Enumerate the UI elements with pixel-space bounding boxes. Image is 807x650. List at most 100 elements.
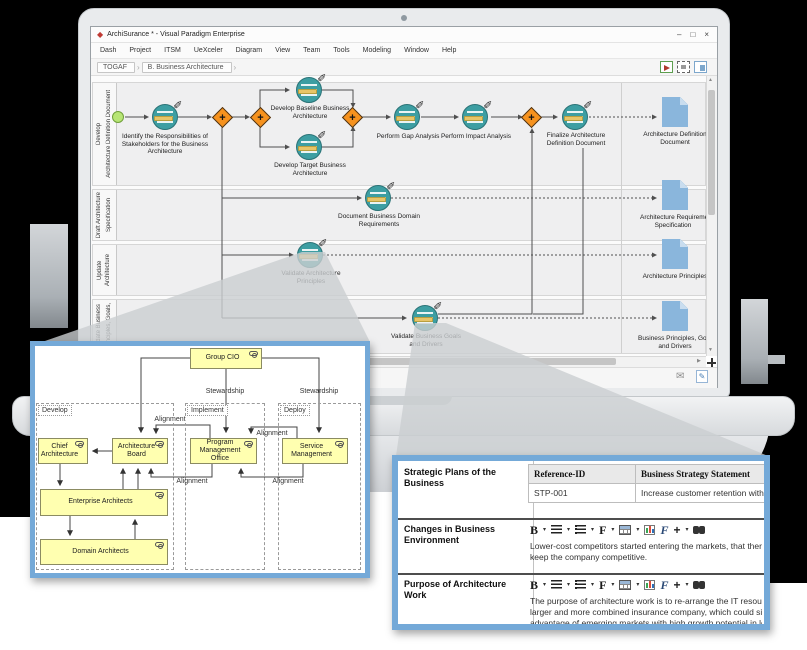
menu-uexceler[interactable]: UeXceler bbox=[194, 47, 223, 54]
insert-field-icon[interactable]: F bbox=[660, 579, 668, 591]
task-label: Develop Baseline Business Architecture bbox=[264, 105, 356, 120]
edge-label-alignment: Alignment bbox=[147, 416, 193, 423]
role-enterprise-architects: Enterprise Architects bbox=[40, 489, 168, 516]
richtext-toolbar: B▾ ▾ ▾ F▾ ▾ F +▾ bbox=[530, 522, 705, 537]
bpmn-task-develop-baseline[interactable]: ✎ bbox=[296, 77, 322, 103]
breadcrumb: TOGAF › B. Business Architecture › bbox=[91, 59, 717, 76]
bpmn-task-validate-principles[interactable]: ✎ bbox=[297, 242, 323, 268]
bpmn-task-impact-analysis[interactable]: ✎ bbox=[462, 104, 488, 130]
business-role-icon bbox=[244, 441, 253, 446]
breadcrumb-togaf[interactable]: TOGAF bbox=[97, 62, 135, 73]
orgchart-overlay: Develop Implement Deploy Stewardship Ste… bbox=[30, 341, 370, 578]
business-role-icon bbox=[75, 441, 84, 446]
document-icon-business-principles[interactable] bbox=[662, 301, 688, 331]
menu-tools[interactable]: Tools bbox=[333, 47, 349, 54]
align-icon[interactable] bbox=[551, 525, 562, 534]
task-label: Validate Business Goals and Drivers bbox=[386, 333, 466, 348]
bpmn-task-validate-goals[interactable]: ✎ bbox=[412, 305, 438, 331]
bpmn-task-identify-responsibilities[interactable]: ✎ bbox=[152, 104, 178, 130]
menu-dash[interactable]: Dash bbox=[100, 47, 116, 54]
pencil-icon: ✎ bbox=[316, 130, 329, 139]
insert-field-icon[interactable]: F bbox=[660, 524, 668, 536]
task-icon: ✎ bbox=[152, 104, 178, 130]
maximize-button[interactable]: □ bbox=[690, 30, 695, 39]
menu-modeling[interactable]: Modeling bbox=[363, 47, 391, 54]
scroll-up-icon[interactable]: ▲ bbox=[708, 78, 713, 83]
pencil-icon: ✎ bbox=[432, 301, 445, 310]
font-icon[interactable]: F bbox=[599, 579, 606, 591]
task-icon: ✎ bbox=[394, 104, 420, 130]
insert-table-icon[interactable] bbox=[619, 580, 631, 590]
business-role-icon bbox=[249, 351, 258, 356]
menu-itsm[interactable]: ITSM bbox=[164, 47, 181, 54]
parallel-gateway[interactable]: + bbox=[215, 110, 230, 125]
menu-project[interactable]: Project bbox=[129, 47, 151, 54]
scroll-down-icon[interactable]: ▼ bbox=[708, 348, 713, 353]
minimize-button[interactable]: – bbox=[677, 30, 681, 39]
row-label: Strategic Plans of the Business bbox=[404, 467, 528, 489]
list-icon[interactable] bbox=[575, 580, 586, 589]
bpmn-task-gap-analysis[interactable]: ✎ bbox=[394, 104, 420, 130]
insert-chart-icon[interactable] bbox=[644, 525, 655, 535]
title-bar: ◆ ArchiSurance * - Visual Paradigm Enter… bbox=[91, 27, 717, 43]
align-icon[interactable] bbox=[551, 580, 562, 589]
add-icon[interactable]: + bbox=[673, 579, 680, 591]
business-role-icon bbox=[155, 542, 164, 547]
task-label: Develop Target Business Architecture bbox=[264, 162, 356, 177]
row-text-line: The purpose of architecture work is to r… bbox=[530, 596, 762, 607]
layout-panels-icon[interactable] bbox=[694, 61, 707, 73]
document-label: Business Principles, Goals and Drivers bbox=[638, 335, 712, 350]
menu-diagram[interactable]: Diagram bbox=[236, 47, 262, 54]
close-button[interactable]: × bbox=[704, 30, 709, 39]
insert-chart-icon[interactable] bbox=[644, 580, 655, 590]
find-icon[interactable] bbox=[693, 526, 705, 534]
role-domain-architects: Domain Architects bbox=[40, 539, 168, 565]
insert-table-icon[interactable] bbox=[619, 525, 631, 535]
list-icon[interactable] bbox=[575, 525, 586, 534]
task-label: Perform Impact Analysis bbox=[436, 133, 516, 141]
fit-selection-icon[interactable] bbox=[677, 61, 690, 73]
menu-help[interactable]: Help bbox=[442, 47, 456, 54]
bpmn-task-document-requirements[interactable]: ✎ bbox=[365, 185, 391, 211]
menu-bar: Dash Project ITSM UeXceler Diagram View … bbox=[91, 43, 717, 59]
document-icon-principles[interactable] bbox=[662, 239, 688, 269]
menu-view[interactable]: View bbox=[275, 47, 290, 54]
speaker-slab-left bbox=[30, 224, 68, 328]
business-role-icon bbox=[155, 492, 164, 497]
document-icon-add[interactable] bbox=[662, 97, 688, 127]
group-deploy bbox=[278, 403, 361, 570]
group-implement bbox=[185, 403, 265, 570]
start-event[interactable] bbox=[112, 111, 124, 123]
group-deploy-label: Deploy bbox=[280, 405, 310, 416]
add-icon[interactable]: + bbox=[673, 524, 680, 536]
pencil-icon: ✎ bbox=[317, 238, 330, 247]
pan-diagram-icon[interactable] bbox=[707, 358, 716, 367]
document-icon-requirements[interactable] bbox=[662, 180, 688, 210]
richtext-toolbar: B▾ ▾ ▾ F▾ ▾ F +▾ bbox=[530, 577, 705, 592]
find-icon[interactable] bbox=[693, 581, 705, 589]
font-icon[interactable]: F bbox=[599, 524, 606, 536]
bpmn-task-finalize-add[interactable]: ✎ bbox=[562, 104, 588, 130]
menu-team[interactable]: Team bbox=[303, 47, 320, 54]
edit-page-icon[interactable]: ✎ bbox=[696, 370, 708, 383]
publish-icon[interactable] bbox=[660, 61, 673, 73]
parallel-gateway[interactable]: + bbox=[524, 110, 539, 125]
business-role-icon bbox=[335, 441, 344, 446]
mail-icon[interactable]: ✉ bbox=[676, 372, 684, 382]
bold-icon[interactable]: B bbox=[530, 524, 538, 536]
group-develop-label: Develop bbox=[38, 405, 72, 416]
bpmn-task-develop-target[interactable]: ✎ bbox=[296, 134, 322, 160]
menu-window[interactable]: Window bbox=[404, 47, 429, 54]
scroll-right-icon[interactable]: ▶ bbox=[697, 359, 701, 364]
task-label: Document Business Domain Requirements bbox=[338, 213, 420, 228]
vertical-scroll-thumb[interactable] bbox=[708, 90, 715, 215]
edge-label-alignment: Alignment bbox=[265, 478, 311, 485]
pencil-icon: ✎ bbox=[414, 100, 427, 109]
task-label: Validate Architecture Principles bbox=[271, 270, 351, 285]
row-divider bbox=[398, 573, 764, 575]
row-text-line: larger and more combined insurance compa… bbox=[530, 607, 762, 618]
bold-icon[interactable]: B bbox=[530, 579, 538, 591]
breadcrumb-business-architecture[interactable]: B. Business Architecture bbox=[142, 62, 232, 73]
task-icon: ✎ bbox=[296, 77, 322, 103]
row-text-line: advantage of emerging markets with high … bbox=[530, 618, 762, 624]
